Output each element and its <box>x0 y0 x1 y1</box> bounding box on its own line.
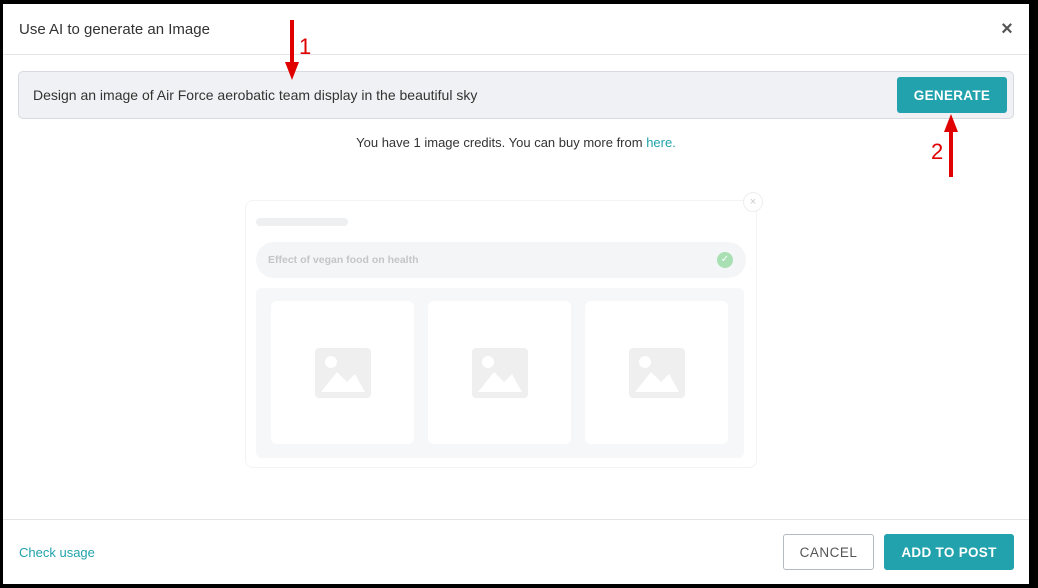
image-placeholder-card <box>585 301 728 444</box>
empty-state-illustration: Effect of vegan food on health ✓ <box>245 200 757 468</box>
credits-message: You have 1 image credits. You can buy mo… <box>356 135 647 150</box>
illustration-prompt-text: Effect of vegan food on health <box>268 254 419 266</box>
illustration-close-icon: × <box>743 192 763 212</box>
check-usage-link[interactable]: Check usage <box>19 545 95 560</box>
dialog-header: Use AI to generate an Image × <box>3 4 1029 55</box>
add-to-post-button[interactable]: ADD TO POST <box>884 534 1014 570</box>
image-icon <box>629 348 685 398</box>
check-icon: ✓ <box>717 252 733 268</box>
credits-text: You have 1 image credits. You can buy mo… <box>3 135 1029 150</box>
image-placeholder-card <box>271 301 414 444</box>
dialog-footer: Check usage CANCEL ADD TO POST <box>3 519 1029 584</box>
illustration-image-grid <box>256 288 744 458</box>
cancel-button[interactable]: CANCEL <box>783 534 874 570</box>
image-placeholder-card <box>428 301 571 444</box>
illustration-prompt-pill: Effect of vegan food on health ✓ <box>256 242 746 278</box>
prompt-input[interactable] <box>20 73 890 117</box>
image-icon <box>315 348 371 398</box>
generate-button[interactable]: GENERATE <box>897 77 1007 113</box>
prompt-bar: GENERATE <box>18 71 1014 119</box>
annotation-marker-1: 1 <box>299 34 312 59</box>
close-icon[interactable]: × <box>997 18 1017 40</box>
buy-credits-link[interactable]: here. <box>646 135 676 150</box>
annotation-marker-2: 2 <box>931 139 944 164</box>
illustration-title-bar <box>256 218 348 226</box>
dialog-title: Use AI to generate an Image <box>19 21 210 38</box>
ai-image-dialog: Use AI to generate an Image × GENERATE Y… <box>3 4 1029 584</box>
image-icon <box>472 348 528 398</box>
